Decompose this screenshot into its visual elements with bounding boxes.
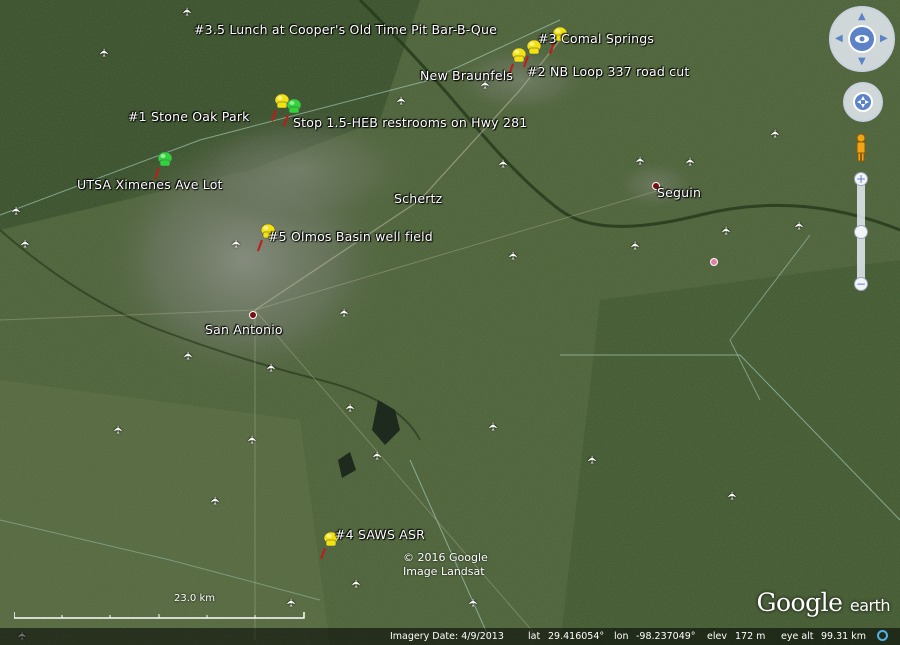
airport-icon[interactable]: ✈ bbox=[720, 226, 733, 235]
airport-icon[interactable]: ✈ bbox=[793, 221, 806, 230]
elev-value: 172 m bbox=[735, 631, 766, 642]
label-stop-1-5[interactable]: Stop 1.5-HEB restrooms on Hwy 281 bbox=[293, 115, 527, 130]
airport-icon[interactable]: ✈ bbox=[10, 206, 23, 215]
unnamed-marker[interactable] bbox=[710, 258, 718, 266]
zoom-slider-handle[interactable] bbox=[854, 225, 868, 239]
label-seguin[interactable]: Seguin bbox=[657, 185, 701, 200]
look-navigation-icon[interactable] bbox=[848, 25, 876, 53]
scale-label: 23.0 km bbox=[174, 593, 215, 604]
look-navigation-control[interactable]: ▲ ▼ ◀ ▶ bbox=[829, 6, 895, 72]
label-stop-2[interactable]: #2 NB Loop 337 road cut bbox=[527, 64, 689, 79]
airport-icon[interactable]: ✈ bbox=[371, 451, 384, 460]
airport-icon[interactable]: ✈ bbox=[350, 579, 363, 588]
logo-main: Google bbox=[756, 588, 843, 617]
label-stop-4[interactable]: #4 SAWS ASR bbox=[335, 527, 425, 542]
airport-icon[interactable]: ✈ bbox=[182, 351, 195, 360]
imagery-copyright: © 2016 Google Image Landsat bbox=[403, 551, 488, 579]
airport-icon[interactable]: ✈ bbox=[230, 239, 243, 248]
pin-utsa[interactable] bbox=[153, 150, 175, 180]
street-view-pegman-icon[interactable] bbox=[854, 133, 868, 163]
look-s-arrow[interactable]: ▼ bbox=[858, 56, 866, 67]
airport-icon[interactable]: ✈ bbox=[112, 425, 125, 434]
airport-icon[interactable]: ✈ bbox=[684, 157, 697, 166]
look-e-arrow[interactable]: ▶ bbox=[880, 33, 888, 44]
airport-icon[interactable]: ✈ bbox=[246, 435, 259, 444]
airport-icon[interactable]: ✈ bbox=[19, 239, 32, 248]
label-new-braunfels[interactable]: New Braunfels bbox=[420, 68, 513, 83]
airport-icon[interactable]: ✈ bbox=[487, 422, 500, 431]
eye-alt-value: 99.31 km bbox=[821, 631, 866, 642]
label-utsa[interactable]: UTSA Ximenes Ave Lot bbox=[77, 177, 223, 192]
airport-icon[interactable]: ✈ bbox=[479, 80, 492, 89]
airport-icon[interactable]: ✈ bbox=[726, 491, 739, 500]
lon-label: lon bbox=[614, 631, 629, 642]
airport-icon[interactable]: ✈ bbox=[209, 496, 222, 505]
airport-icon[interactable]: ✈ bbox=[467, 598, 480, 607]
look-n-arrow[interactable]: ▲ bbox=[858, 11, 866, 22]
status-bar: Imagery Date: 4/9/2013 lat 29.416054° lo… bbox=[0, 628, 900, 645]
airport-icon[interactable]: ✈ bbox=[634, 156, 647, 165]
streaming-indicator-icon bbox=[877, 630, 888, 641]
satellite-imagery bbox=[0, 0, 900, 645]
copyright-line-2: Image Landsat bbox=[403, 565, 485, 578]
airport-icon[interactable]: ✈ bbox=[586, 455, 599, 464]
label-stop-3-5[interactable]: #3.5 Lunch at Cooper's Old Time Pit Bar-… bbox=[194, 22, 497, 37]
label-schertz[interactable]: Schertz bbox=[394, 191, 442, 206]
label-stop-3[interactable]: #3 Comal Springs bbox=[538, 31, 654, 46]
airport-icon[interactable]: ✈ bbox=[265, 363, 278, 372]
google-earth-logo: Google earth bbox=[756, 588, 891, 617]
airport-icon[interactable]: ✈ bbox=[497, 159, 510, 168]
airport-icon[interactable]: ✈ bbox=[629, 241, 642, 250]
airport-icon[interactable]: ✈ bbox=[338, 308, 351, 317]
copyright-line-1: © 2016 Google bbox=[403, 551, 488, 564]
san-antonio-marker[interactable] bbox=[249, 311, 257, 319]
logo-sub: earth bbox=[849, 596, 891, 615]
airport-icon[interactable]: ✈ bbox=[507, 251, 520, 260]
label-stop-1[interactable]: #1 Stone Oak Park bbox=[128, 109, 250, 124]
lon-value: -98.237049° bbox=[636, 631, 696, 642]
eye-alt-label: eye alt bbox=[781, 631, 814, 642]
zoom-out-icon[interactable]: − bbox=[854, 277, 868, 291]
move-navigation-control[interactable] bbox=[843, 82, 883, 122]
zoom-in-icon[interactable]: + bbox=[854, 172, 868, 186]
airport-icon[interactable]: ✈ bbox=[181, 7, 194, 16]
label-stop-5[interactable]: #5 Olmos Basin well field bbox=[268, 229, 433, 244]
airport-icon[interactable]: ✈ bbox=[395, 96, 408, 105]
lat-label: lat bbox=[528, 631, 541, 642]
imagery-date: Imagery Date: 4/9/2013 bbox=[390, 631, 504, 642]
airport-icon[interactable]: ✈ bbox=[769, 129, 782, 138]
look-w-arrow[interactable]: ◀ bbox=[835, 33, 843, 44]
scale-bar bbox=[14, 612, 305, 619]
airport-icon[interactable]: ✈ bbox=[344, 403, 357, 412]
airport-icon[interactable]: ✈ bbox=[98, 48, 111, 57]
elev-label: elev bbox=[707, 631, 727, 642]
move-navigation-icon[interactable] bbox=[853, 92, 873, 112]
label-san-antonio[interactable]: San Antonio bbox=[205, 322, 283, 337]
map-viewport[interactable]: #3.5 Lunch at Cooper's Old Time Pit Bar-… bbox=[0, 0, 900, 645]
lat-value: 29.416054° bbox=[548, 631, 605, 642]
